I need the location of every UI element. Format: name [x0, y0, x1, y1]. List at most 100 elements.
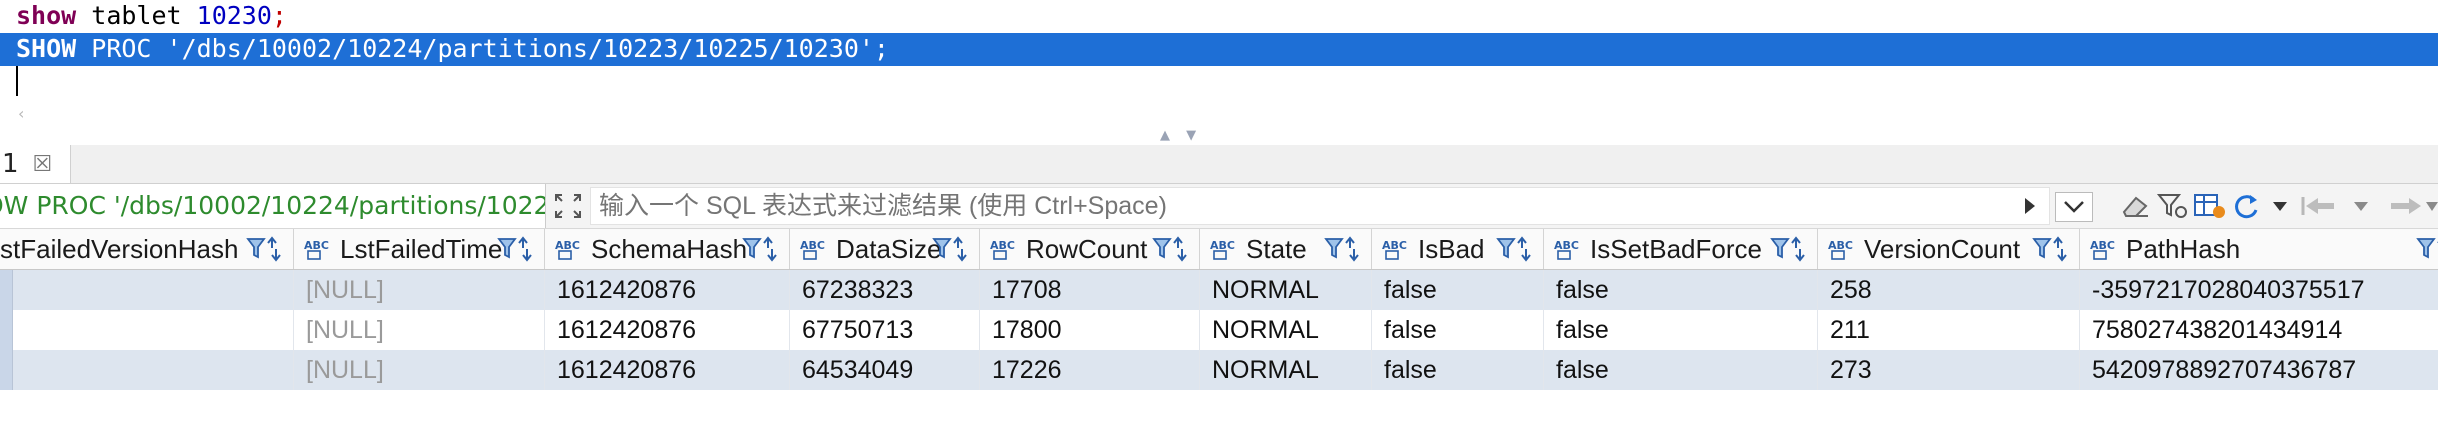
table-cell[interactable]: 258	[1818, 270, 2080, 310]
string-type-icon: ABC	[1554, 239, 1579, 260]
column-filter-sort-icon[interactable]	[1496, 235, 1532, 263]
string-type-icon: ABC	[1828, 239, 1853, 260]
column-header[interactable]: stFailedVersionHash	[0, 229, 294, 269]
table-cell[interactable]: 64534049	[790, 350, 980, 390]
column-header[interactable]: ABC LstFailedTime	[294, 229, 545, 269]
column-filter-sort-icon[interactable]	[2416, 235, 2438, 263]
table-cell[interactable]: false	[1544, 310, 1818, 350]
table-cell[interactable]: 5420978892707436787	[2080, 350, 2438, 390]
svg-text:ABC: ABC	[800, 239, 825, 252]
column-filter-sort-icon[interactable]	[742, 235, 778, 263]
table-cell[interactable]: 211	[1818, 310, 2080, 350]
result-tab-1[interactable]: 1 ☒	[0, 145, 71, 183]
nav-forward-icon[interactable]	[2385, 192, 2425, 220]
column-header-label: IsSetBadForce	[1590, 234, 1762, 264]
column-filter-sort-icon[interactable]	[1324, 235, 1360, 263]
table-cell[interactable]: 1612420876	[545, 350, 790, 390]
code-line-2[interactable]: SHOW PROC '/dbs/10002/10224/partitions/1…	[16, 33, 889, 65]
column-header[interactable]: ABC IsBad	[1372, 229, 1544, 269]
table-cell[interactable]: 67750713	[790, 310, 980, 350]
column-header-label: LstFailedTime	[340, 234, 503, 264]
table-cell[interactable]: NORMAL	[1200, 350, 1372, 390]
table-cell[interactable]: [NULL]	[294, 310, 545, 350]
table-cell[interactable]: 17226	[980, 350, 1200, 390]
eraser-icon[interactable]	[2118, 192, 2152, 220]
table-cell[interactable]: NORMAL	[1200, 310, 1372, 350]
svg-text:ABC: ABC	[1828, 239, 1853, 252]
table-cell[interactable]	[12, 350, 294, 390]
column-header-label: VersionCount	[1864, 234, 2021, 264]
string-type-icon: ABC	[304, 239, 329, 260]
table-cell[interactable]: 67238323	[790, 270, 980, 310]
filter-input[interactable]	[590, 187, 2050, 225]
table-cell[interactable]: 17708	[980, 270, 1200, 310]
text-caret	[16, 66, 18, 96]
refresh-icon[interactable]	[2230, 192, 2266, 220]
panel-splitter-icon[interactable]: ▲ ▼	[1160, 128, 1202, 143]
refresh-menu-icon[interactable]	[2270, 192, 2290, 220]
table-cell[interactable]: 17800	[980, 310, 1200, 350]
query-source-text: OW PROC '/dbs/10002/10224/partitions/102…	[0, 184, 546, 228]
table-cell[interactable]: false	[1372, 270, 1544, 310]
string-type-icon: ABC	[990, 239, 1015, 260]
result-tab-label: 1	[2, 149, 19, 179]
column-header[interactable]: ABC DataSize	[790, 229, 980, 269]
column-header-label: State	[1246, 234, 1307, 264]
column-filter-sort-icon[interactable]	[1152, 235, 1188, 263]
string-type-icon: ABC	[2090, 239, 2115, 260]
table-cell[interactable]: false	[1544, 350, 1818, 390]
code-text: tablet	[76, 1, 197, 30]
svg-text:ABC: ABC	[990, 239, 1015, 252]
column-filter-sort-icon[interactable]	[1770, 235, 1806, 263]
table-row[interactable]: [NULL] 1612420876 67750713 17800 NORMAL false…	[0, 310, 2438, 350]
column-filter-sort-icon[interactable]	[932, 235, 968, 263]
table-cell[interactable]: [NULL]	[294, 270, 545, 310]
table-cell[interactable]	[12, 310, 294, 350]
chevron-down-icon	[2064, 201, 2084, 213]
table-row[interactable]: [NULL] 1612420876 64534049 17226 NORMAL false…	[0, 350, 2438, 390]
string-type-icon: ABC	[800, 239, 825, 260]
result-grid[interactable]: stFailedVersionHash ABC LstFailedTime ABC Sc…	[0, 229, 2438, 426]
filter-settings-icon[interactable]	[2156, 192, 2190, 220]
code-text-selected: PROC '/dbs/10002/10224/partitions/10223/…	[76, 34, 889, 63]
column-filter-sort-icon[interactable]	[497, 235, 533, 263]
table-cell[interactable]: -3597217028040375517	[2080, 270, 2438, 310]
sql-editor[interactable]: show tablet 10230; SHOW PROC '/dbs/10002…	[0, 0, 2438, 126]
table-cell[interactable]: 758027438201434914	[2080, 310, 2438, 350]
expand-icon[interactable]	[553, 192, 583, 220]
result-tab-strip: 1 ☒	[0, 145, 2438, 184]
column-header-label: PathHash	[2126, 234, 2241, 264]
column-header[interactable]: ABC RowCount	[980, 229, 1200, 269]
column-header[interactable]: ABC State	[1200, 229, 1372, 269]
table-cell[interactable]: 1612420876	[545, 270, 790, 310]
filter-bar: OW PROC '/dbs/10002/10224/partitions/102…	[0, 184, 2438, 229]
table-cell[interactable]: 1612420876	[545, 310, 790, 350]
keyword-show-upper: SHOW	[16, 34, 77, 63]
close-tab-icon[interactable]: ☒	[33, 152, 53, 177]
nav-back-icon[interactable]	[2300, 192, 2346, 220]
code-number: 10230	[196, 1, 272, 30]
column-header[interactable]: ABC IsSetBadForce	[1544, 229, 1818, 269]
table-row[interactable]: [NULL] 1612420876 67238323 17708 NORMAL false…	[0, 270, 2438, 310]
apply-filter-icon[interactable]	[2020, 192, 2040, 220]
table-cell[interactable]: false	[1372, 310, 1544, 350]
table-cell[interactable]	[12, 270, 294, 310]
filter-history-dropdown[interactable]	[2055, 192, 2093, 222]
column-header[interactable]: ABC VersionCount	[1818, 229, 2080, 269]
table-cell[interactable]: false	[1544, 270, 1818, 310]
table-cell[interactable]: false	[1372, 350, 1544, 390]
column-header[interactable]: ABC PathHash	[2080, 229, 2438, 269]
table-cell[interactable]: NORMAL	[1200, 270, 1372, 310]
code-line-1[interactable]: show tablet 10230;	[16, 0, 287, 32]
column-header[interactable]: ABC SchemaHash	[545, 229, 790, 269]
column-filter-sort-icon[interactable]	[246, 235, 282, 263]
table-cell[interactable]: 273	[1818, 350, 2080, 390]
grid-config-icon[interactable]	[2192, 192, 2228, 220]
column-filter-sort-icon[interactable]	[2032, 235, 2068, 263]
string-type-icon: ABC	[1210, 239, 1235, 260]
nav-back-menu-icon[interactable]	[2352, 192, 2370, 220]
scroll-left-icon[interactable]: ‹	[18, 104, 24, 123]
nav-forward-menu-icon[interactable]	[2426, 192, 2438, 220]
svg-text:ABC: ABC	[555, 239, 580, 252]
table-cell[interactable]: [NULL]	[294, 350, 545, 390]
